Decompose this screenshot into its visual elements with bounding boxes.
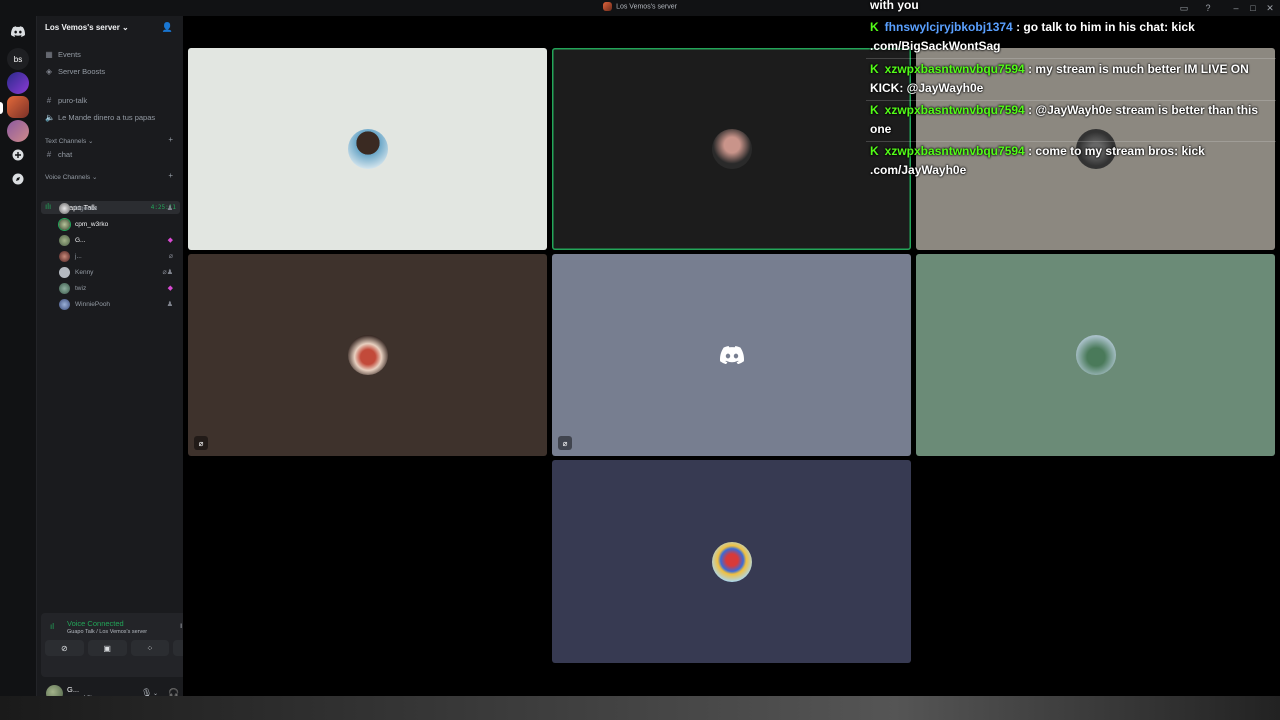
discord-app: Los Vemos's server ▭ ? – □ ✕ bs Los Vemo…: [0, 0, 1280, 720]
create-voice-channel-icon[interactable]: +: [168, 171, 173, 180]
speaker-icon: 🔈: [45, 113, 55, 122]
participant-tile[interactable]: ⌀: [552, 254, 911, 456]
activity-icon: ◆: [167, 237, 173, 244]
muted-mic-icon: ⌀: [558, 436, 572, 450]
voice-member[interactable]: WinniePooh ♟: [59, 298, 177, 311]
avatar: [711, 541, 752, 582]
discover-icon[interactable]: [7, 168, 29, 190]
voice-member[interactable]: bigecko ♟: [59, 202, 177, 215]
participant-tile[interactable]: [552, 48, 911, 250]
participant-tile[interactable]: [188, 48, 547, 250]
avatar: [347, 335, 388, 375]
avatar: [59, 235, 70, 246]
chat-message: Kfhnswylcjryjbkobj1374 : go talk to him …: [870, 18, 1270, 37]
chat-message-cont: one: [870, 122, 892, 136]
server-icon-purple[interactable]: [7, 72, 29, 94]
stream-icon: ♟: [166, 301, 173, 308]
boost-icon: ◈: [45, 67, 53, 76]
channel-sidebar: Los Vemos's server ⌄ 👤 ▦ Events ◈ Server B…: [36, 16, 216, 702]
events-item[interactable]: ▦ Events: [45, 50, 81, 59]
participant-tile[interactable]: [916, 254, 1275, 456]
avatar: [59, 299, 70, 310]
kick-icon: K: [870, 103, 879, 117]
avatar: [59, 267, 70, 278]
invite-member-icon[interactable]: 👤: [162, 22, 173, 33]
server-bs[interactable]: bs: [7, 48, 29, 70]
screen-share-button[interactable]: ▣: [87, 640, 127, 656]
chat-message-cont: .com/BigSackWontSag: [870, 39, 1001, 53]
server-boosts-item[interactable]: ◈ Server Boosts: [45, 67, 105, 76]
hashtag-icon: #: [46, 96, 52, 105]
chat-message-cont: .com/JayWayh0e: [870, 163, 967, 177]
server-rail: bs: [0, 16, 36, 696]
signal-icon: ıl: [50, 622, 54, 631]
avatar: [711, 129, 752, 169]
channel-puro-talk[interactable]: # puro-talk: [45, 96, 87, 105]
voice-member[interactable]: twiz ◆: [59, 282, 177, 295]
active-server-indicator: [0, 102, 3, 114]
muted-status-icons: ⌀♟: [162, 269, 174, 276]
category-text-channels[interactable]: Text Channels ⌄: [45, 137, 93, 145]
chat-fragment: with you: [870, 0, 919, 12]
hashtag-icon: #: [46, 150, 52, 159]
avatar: [59, 251, 70, 262]
channel-chat[interactable]: # chat: [45, 150, 72, 159]
voice-member[interactable]: j... ⌀: [59, 250, 177, 263]
server-icon-pink[interactable]: [7, 120, 29, 142]
activity-icon: ◆: [167, 285, 173, 292]
avatar: [347, 129, 388, 169]
camera-off-button[interactable]: ⊘: [45, 640, 84, 656]
voice-member[interactable]: cpm_w3rko: [59, 218, 177, 231]
discord-home-icon[interactable]: [7, 20, 29, 42]
category-voice-channels[interactable]: Voice Channels ⌄: [45, 173, 97, 181]
add-server-icon[interactable]: [7, 144, 29, 166]
username[interactable]: G...: [67, 685, 79, 694]
voice-status[interactable]: Voice Connected: [67, 619, 124, 628]
avatar: [1075, 335, 1116, 375]
voice-active-icon: ılı: [45, 202, 52, 211]
voice-member[interactable]: G... ◆: [59, 234, 177, 247]
chat-message: Kxzwpxbasntwnvbqu7594 : @JayWayh0e strea…: [870, 101, 1270, 120]
kick-icon: K: [870, 144, 879, 158]
kick-icon: K: [870, 62, 879, 76]
server-icon-los-vemos[interactable]: [7, 96, 29, 118]
chat-message: Kxzwpxbasntwnvbqu7594 : my stream is muc…: [870, 60, 1270, 79]
kick-icon: K: [870, 20, 879, 34]
stream-icon: ♟: [166, 205, 173, 212]
discord-default-avatar-icon: [719, 346, 744, 369]
participant-tile[interactable]: ⌀: [188, 254, 547, 456]
divider: [866, 58, 1276, 59]
voice-location[interactable]: Guapo Talk / Los Vemos's server: [67, 629, 147, 635]
calendar-icon: ▦: [45, 50, 53, 59]
participant-tile[interactable]: [552, 460, 911, 663]
channel-le-mande[interactable]: 🔈 Le Mande dinero a tus papas: [45, 113, 155, 122]
chat-message-cont: KICK: @JayWayh0e: [870, 81, 984, 95]
server-name-header[interactable]: Los Vemos's server ⌄: [45, 23, 129, 32]
stream-chat-overlay: with you Kfhnswylcjryjbkobj1374 : go tal…: [866, 0, 1280, 186]
muted-mic-icon: ⌀: [194, 436, 208, 450]
voice-member[interactable]: Kenny ⌀♟: [59, 266, 177, 279]
os-taskbar: [0, 696, 1280, 720]
avatar: [59, 219, 70, 230]
server-icon: [603, 2, 613, 11]
avatar: [59, 283, 70, 294]
create-text-channel-icon[interactable]: +: [168, 135, 173, 144]
avatar: [59, 203, 70, 214]
muted-mic-icon: ⌀: [168, 253, 173, 260]
chat-message: Kxzwpxbasntwnvbqu7594 : come to my strea…: [870, 142, 1270, 161]
activities-button[interactable]: ⁘: [130, 640, 170, 656]
